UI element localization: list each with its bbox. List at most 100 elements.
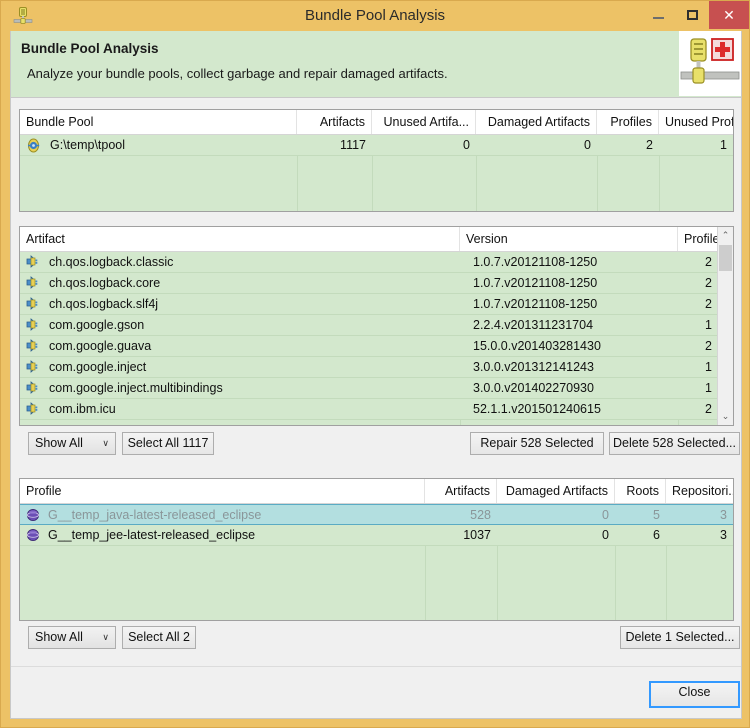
profile-artifacts: 528 xyxy=(470,508,491,522)
table-row[interactable]: com.google.gson 2.2.4.v201311231704 1 xyxy=(20,315,717,336)
profile-damaged-artifacts: 0 xyxy=(602,528,609,542)
bundle-pool-disk-icon xyxy=(26,138,41,153)
minimize-button[interactable] xyxy=(641,1,675,29)
column-header-version[interactable]: Version xyxy=(460,227,678,251)
artifact-name: ch.qos.logback.core xyxy=(49,276,161,290)
delete-selected-artifacts-button[interactable]: Delete 528 Selected... xyxy=(609,432,740,455)
column-header-unused-profiles[interactable]: Unused Profi... xyxy=(659,110,733,134)
artifact-version: 3.0.0.v201402270930 xyxy=(473,381,594,395)
select-all-profiles-button[interactable]: Select All 2 xyxy=(122,626,196,649)
artifact-bundle-icon xyxy=(26,255,41,270)
page-title: Bundle Pool Analysis xyxy=(21,41,159,56)
title-bar: Bundle Pool Analysis ✕ xyxy=(1,1,749,31)
column-header-profile[interactable]: Profile xyxy=(20,479,425,503)
column-header-profiles[interactable]: Profiles xyxy=(678,227,718,251)
profile-repositories: 3 xyxy=(720,508,727,522)
artifact-version: 1.0.7.v20121108-1250 xyxy=(473,255,598,269)
artifact-profiles: 1 xyxy=(705,318,712,332)
column-header-artifacts[interactable]: Artifacts xyxy=(425,479,497,503)
artifact-version: 52.1.1.v201501240615 xyxy=(473,402,601,416)
window-title: Bundle Pool Analysis xyxy=(304,7,446,24)
maximize-button[interactable] xyxy=(675,1,709,29)
profile-repositories: 3 xyxy=(720,528,727,542)
artifact-profiles: 1 xyxy=(705,360,712,374)
profile-damaged-artifacts: 0 xyxy=(602,508,609,522)
profile-row-list: G__temp_java-latest-released_eclipse 528 0… xyxy=(20,504,733,546)
artifact-table[interactable]: Artifact Version Profiles ch.qos.logback… xyxy=(19,226,734,426)
page-subtitle: Analyze your bundle pools, collect garba… xyxy=(27,66,448,81)
artifact-version: 2.2.4.v201311231704 xyxy=(473,318,594,332)
artifact-name: com.ibm.icu xyxy=(49,402,116,416)
column-header-profiles[interactable]: Profiles xyxy=(597,110,659,134)
profile-name: G__temp_java-latest-released_eclipse xyxy=(48,508,262,522)
artifact-name: com.google.inject xyxy=(49,360,147,374)
bundle-pool-table[interactable]: Bundle Pool Artifacts Unused Artifa... D… xyxy=(19,109,734,212)
artifact-version: 1.0.7.v20121108-1250 xyxy=(473,276,598,290)
bundle-pool-table-body: G:\temp\tpool 1117 0 0 2 1 xyxy=(20,135,733,211)
table-row[interactable]: com.ibm.icu 52.1.1.v201501240615 2 xyxy=(20,399,717,420)
artifact-toolbar: Show All ∨ Select All 1117 Repair 528 Se… xyxy=(11,429,741,465)
bundle-pool-unused-artifacts: 0 xyxy=(463,138,470,152)
artifact-bundle-icon xyxy=(26,318,41,333)
dialog-banner: Bundle Pool Analysis Analyze your bundle… xyxy=(11,31,741,98)
scroll-up-icon[interactable]: ⌃ xyxy=(718,227,733,244)
artifact-table-scrollbar[interactable]: ⌃ ⌄ xyxy=(717,227,733,425)
bundle-pool-profiles: 2 xyxy=(646,138,653,152)
artifact-bundle-icon xyxy=(26,381,41,396)
artifact-name: com.google.guava xyxy=(49,339,152,353)
table-row[interactable]: ch.qos.logback.core 1.0.7.v20121108-1250 2 xyxy=(20,273,717,294)
table-row[interactable]: G:\temp\tpool 1117 0 0 2 1 xyxy=(20,135,733,156)
table-row[interactable]: ch.qos.logback.slf4j 1.0.7.v20121108-1250… xyxy=(20,294,717,315)
column-header-artifacts[interactable]: Artifacts xyxy=(297,110,372,134)
bundle-pool-unused-profiles: 1 xyxy=(720,138,727,152)
artifact-version: 1.0.7.v20121108-1250 xyxy=(473,297,598,311)
column-header-damaged-artifacts[interactable]: Damaged Artifacts xyxy=(476,110,597,134)
column-header-repositories[interactable]: Repositori... xyxy=(666,479,733,503)
bundle-pool-path: G:\temp\tpool xyxy=(50,138,126,152)
artifact-bundle-icon xyxy=(26,339,41,354)
artifact-profiles: 2 xyxy=(705,297,712,311)
profile-sphere-icon xyxy=(26,508,41,523)
artifact-profiles: 2 xyxy=(705,402,712,416)
artifact-name: ch.qos.logback.slf4j xyxy=(49,297,159,311)
repair-selected-button[interactable]: Repair 528 Selected xyxy=(470,432,604,455)
table-row[interactable]: ch.qos.logback.classic 1.0.7.v20121108-12… xyxy=(20,252,717,273)
table-row[interactable]: G__temp_jee-latest-released_eclipse 1037 0… xyxy=(20,525,733,546)
delete-selected-profiles-button[interactable]: Delete 1 Selected... xyxy=(620,626,740,649)
column-header-unused-artifacts[interactable]: Unused Artifa... xyxy=(372,110,476,134)
scroll-down-icon[interactable]: ⌄ xyxy=(718,408,733,425)
close-window-button[interactable]: ✕ xyxy=(709,1,749,29)
artifact-bundle-icon xyxy=(26,276,41,291)
artifact-profiles: 1 xyxy=(705,381,712,395)
close-button[interactable]: Close xyxy=(649,681,740,708)
profile-filter-combo[interactable]: Show All ∨ xyxy=(28,626,116,649)
artifact-bundle-icon xyxy=(26,360,41,375)
artifact-filter-combo[interactable]: Show All ∨ xyxy=(28,432,116,455)
table-row[interactable]: G__temp_java-latest-released_eclipse 528 0… xyxy=(20,504,733,525)
artifact-version: 3.0.0.v201312141243 xyxy=(473,360,594,374)
artifact-table-body: ch.qos.logback.classic 1.0.7.v20121108-12… xyxy=(20,252,717,425)
artifact-name: com.google.gson xyxy=(49,318,145,332)
profile-filter-value: Show All xyxy=(35,630,83,644)
table-row[interactable]: com.google.inject.multibindings 3.0.0.v20… xyxy=(20,378,717,399)
column-header-bundle-pool[interactable]: Bundle Pool xyxy=(20,110,297,134)
artifact-name: com.google.inject.multibindings xyxy=(49,381,223,395)
profile-roots: 6 xyxy=(653,528,660,542)
table-row[interactable]: com.google.guava 15.0.0.v201403281430 2 xyxy=(20,336,717,357)
artifact-bundle-icon xyxy=(26,402,41,417)
artifact-name: ch.qos.logback.classic xyxy=(49,255,174,269)
profile-table[interactable]: Profile Artifacts Damaged Artifacts Root… xyxy=(19,478,734,621)
profile-sphere-icon xyxy=(26,528,41,543)
select-all-artifacts-button[interactable]: Select All 1117 xyxy=(122,432,214,455)
profile-toolbar: Show All ∨ Select All 2 Delete 1 Selecte… xyxy=(11,623,741,659)
dialog-client-area: Bundle Pool Analysis Analyze your bundle… xyxy=(10,31,742,719)
column-header-damaged-artifacts[interactable]: Damaged Artifacts xyxy=(497,479,615,503)
artifact-table-header: Artifact Version Profiles xyxy=(20,227,733,252)
artifact-row-list: ch.qos.logback.classic 1.0.7.v20121108-12… xyxy=(20,252,717,420)
dialog-footer: Close xyxy=(11,666,741,718)
column-header-artifact[interactable]: Artifact xyxy=(20,227,460,251)
scrollbar-thumb[interactable] xyxy=(719,245,732,271)
table-row[interactable]: com.google.inject 3.0.0.v201312141243 1 xyxy=(20,357,717,378)
bundle-pool-table-header: Bundle Pool Artifacts Unused Artifa... D… xyxy=(20,110,733,135)
column-header-roots[interactable]: Roots xyxy=(615,479,666,503)
